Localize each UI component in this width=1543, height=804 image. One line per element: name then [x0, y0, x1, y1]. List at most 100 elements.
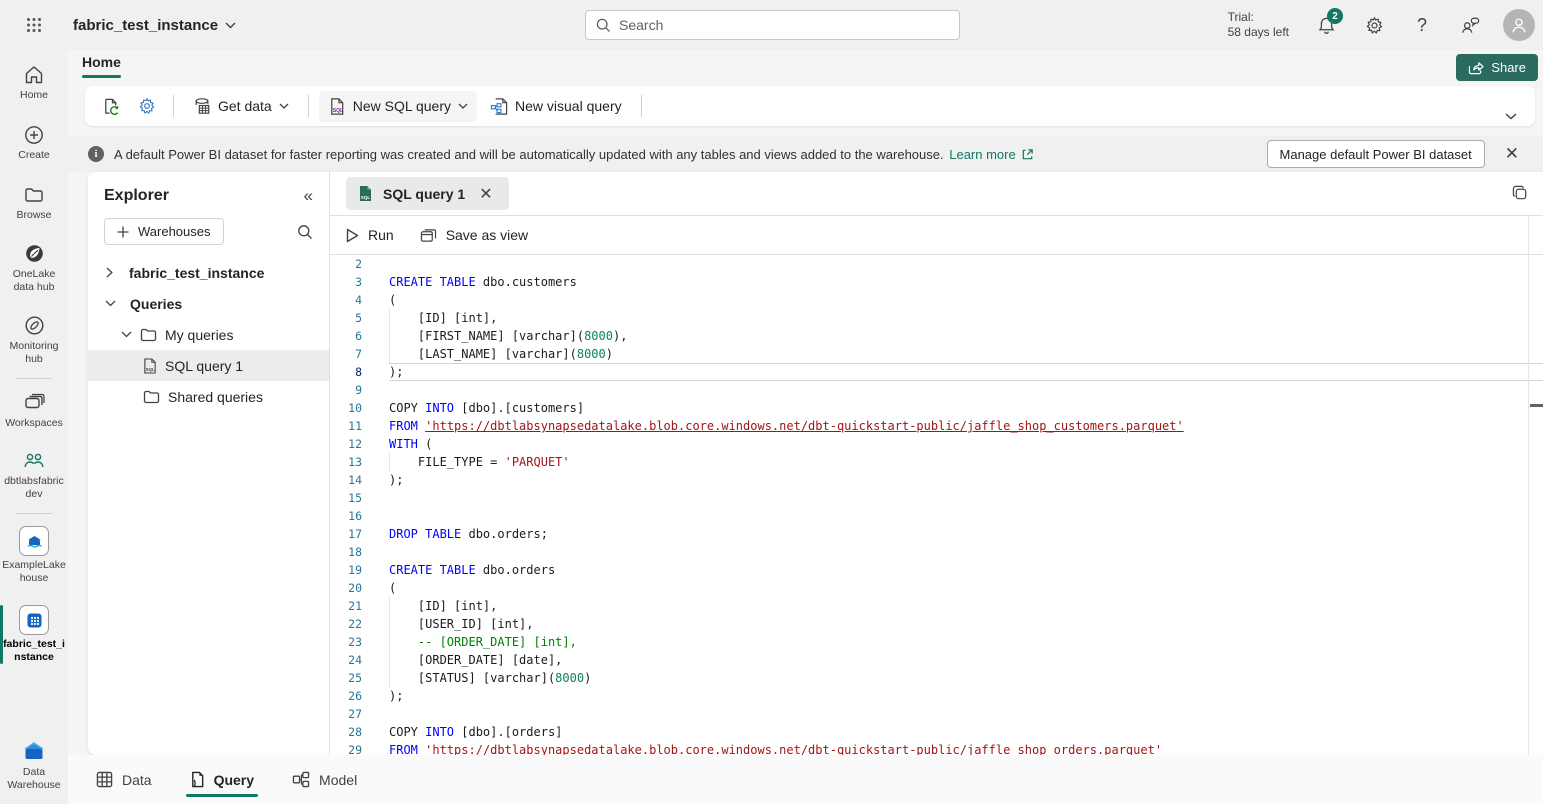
rail-item-monitoring-hub[interactable]: Monitoring hub: [0, 310, 68, 370]
code-line[interactable]: 8);: [330, 363, 1543, 381]
waffle-icon: [26, 17, 42, 33]
tab-sql-query-1[interactable]: SQL SQL query 1 ✕: [346, 177, 509, 210]
settings-tool-button[interactable]: [131, 90, 163, 122]
collapse-panel-icon[interactable]: «: [304, 186, 313, 206]
avatar[interactable]: [1503, 9, 1535, 41]
tree-label: SQL query 1: [165, 358, 243, 374]
code-line[interactable]: 19CREATE TABLE dbo.orders: [330, 561, 1543, 579]
code-line[interactable]: 25 [STATUS] [varchar](8000): [330, 669, 1543, 687]
save-as-view-button[interactable]: Save as view: [420, 227, 528, 243]
tree-item-queries[interactable]: Queries: [88, 288, 329, 319]
code-line[interactable]: 6 [FIRST_NAME] [varchar](8000),: [330, 327, 1543, 345]
sql-file-icon: SQL: [143, 358, 157, 374]
line-number: 4: [330, 291, 362, 309]
explorer-search-icon[interactable]: [297, 224, 313, 240]
rail-item-browse[interactable]: Browse: [0, 180, 68, 226]
code-line[interactable]: 7 [LAST_NAME] [varchar](8000): [330, 345, 1543, 363]
rail-item-create[interactable]: Create: [0, 120, 68, 166]
new-sql-query-button[interactable]: SQL New SQL query: [319, 91, 477, 122]
code-line[interactable]: 9: [330, 381, 1543, 399]
sql-file-icon: SQL: [328, 97, 346, 116]
run-button[interactable]: Run: [346, 227, 394, 243]
line-number: 5: [330, 309, 362, 327]
search-input[interactable]: Search: [585, 10, 960, 40]
code-text: [389, 381, 1543, 399]
tab-data[interactable]: Data: [96, 755, 152, 804]
rail-item-fabric-test-instance[interactable]: fabric_test_instance: [0, 601, 68, 668]
get-data-button[interactable]: Get data: [184, 91, 298, 121]
help-button[interactable]: ?: [1403, 6, 1441, 44]
code-line[interactable]: 17DROP TABLE dbo.orders;: [330, 525, 1543, 543]
code-line[interactable]: 16: [330, 507, 1543, 525]
code-line[interactable]: 27: [330, 705, 1543, 723]
code-line[interactable]: 20(: [330, 579, 1543, 597]
code-line[interactable]: 12WITH (: [330, 435, 1543, 453]
code-line[interactable]: 11FROM 'https://dbtlabsynapsedatalake.bl…: [330, 417, 1543, 435]
folder-icon: [143, 390, 160, 404]
code-line[interactable]: 10COPY INTO [dbo].[customers]: [330, 399, 1543, 417]
chevron-down-icon: [279, 103, 289, 109]
toolbar-divider: [308, 95, 309, 117]
learn-more-link[interactable]: Learn more: [949, 147, 1033, 162]
new-visual-query-label: New visual query: [515, 98, 622, 114]
rail-item-dbtlabsfabricdev[interactable]: dbtlabsfabricdev: [0, 446, 68, 505]
feedback-button[interactable]: [1451, 6, 1489, 44]
tree-item-shared-queries[interactable]: Shared queries: [88, 381, 329, 412]
close-tab-icon[interactable]: ✕: [475, 184, 496, 204]
add-warehouses-button[interactable]: Warehouses: [104, 218, 224, 245]
line-number: 26: [330, 687, 362, 705]
code-line[interactable]: 29FROM 'https://dbtlabsynapsedatalake.bl…: [330, 741, 1543, 755]
model-diagram-icon: [292, 771, 310, 788]
tab-model[interactable]: Model: [292, 755, 357, 804]
code-line[interactable]: 5 [ID] [int],: [330, 309, 1543, 327]
notifications-button[interactable]: 2: [1307, 6, 1345, 44]
tab-query[interactable]: Query: [190, 755, 254, 804]
toolbar-row: Get data SQL New SQL query New visual qu…: [68, 83, 1543, 136]
rail-item-data-warehouse[interactable]: Data Warehouse: [0, 735, 68, 796]
copy-icon[interactable]: [1512, 185, 1529, 202]
tree-item-sql-query-1[interactable]: SQL SQL query 1: [88, 350, 329, 381]
code-text: (: [389, 291, 1543, 309]
app-launcher-icon[interactable]: [17, 8, 51, 42]
new-visual-query-button[interactable]: New visual query: [481, 91, 631, 122]
workspace-switcher[interactable]: fabric_test_instance: [73, 17, 236, 34]
toolbar-divider: [641, 95, 642, 117]
rail-item-home[interactable]: Home: [0, 60, 68, 106]
code-line[interactable]: 15: [330, 489, 1543, 507]
code-text: [FIRST_NAME] [varchar](8000),: [389, 327, 1543, 345]
code-line[interactable]: 14);: [330, 471, 1543, 489]
share-label: Share: [1491, 60, 1526, 75]
collapse-ribbon-button[interactable]: [1505, 113, 1517, 120]
code-line[interactable]: 18: [330, 543, 1543, 561]
code-line[interactable]: 3CREATE TABLE dbo.customers: [330, 273, 1543, 291]
code-line[interactable]: 23 -- [ORDER_DATE] [int],: [330, 633, 1543, 651]
gear-blue-icon: [138, 97, 156, 115]
manage-dataset-button[interactable]: Manage default Power BI dataset: [1267, 140, 1485, 168]
browse-icon: [23, 184, 45, 206]
refresh-source-button[interactable]: [95, 90, 127, 122]
banner-close-icon[interactable]: ✕: [1495, 144, 1529, 164]
tab-home[interactable]: Home: [82, 54, 121, 76]
share-button[interactable]: Share: [1456, 54, 1538, 81]
settings-button[interactable]: [1355, 6, 1393, 44]
code-line[interactable]: 24 [ORDER_DATE] [date],: [330, 651, 1543, 669]
sql-editor[interactable]: 23CREATE TABLE dbo.customers4(5 [ID] [in…: [330, 255, 1543, 755]
code-line[interactable]: 21 [ID] [int],: [330, 597, 1543, 615]
line-number: 8: [330, 363, 362, 381]
rail-item-examplelakehouse[interactable]: ExampleLakehouse: [0, 522, 68, 589]
rail-label: Monitoring hub: [2, 340, 66, 366]
code-line[interactable]: 28COPY INTO [dbo].[orders]: [330, 723, 1543, 741]
code-line[interactable]: 13 FILE_TYPE = 'PARQUET': [330, 453, 1543, 471]
rail-item-onelake-data-hub[interactable]: OneLake data hub: [0, 238, 68, 298]
code-line[interactable]: 26);: [330, 687, 1543, 705]
rail-item-workspaces[interactable]: Workspaces: [0, 387, 68, 434]
tree-item-my-queries[interactable]: My queries: [88, 319, 329, 350]
code-line[interactable]: 2: [330, 255, 1543, 273]
line-number: 27: [330, 705, 362, 723]
editor-scroll-ruler[interactable]: [1528, 216, 1529, 755]
tree-item-warehouse[interactable]: fabric_test_instance: [88, 257, 329, 288]
line-number: 28: [330, 723, 362, 741]
home-icon: [23, 64, 45, 86]
code-line[interactable]: 4(: [330, 291, 1543, 309]
code-line[interactable]: 22 [USER_ID] [int],: [330, 615, 1543, 633]
